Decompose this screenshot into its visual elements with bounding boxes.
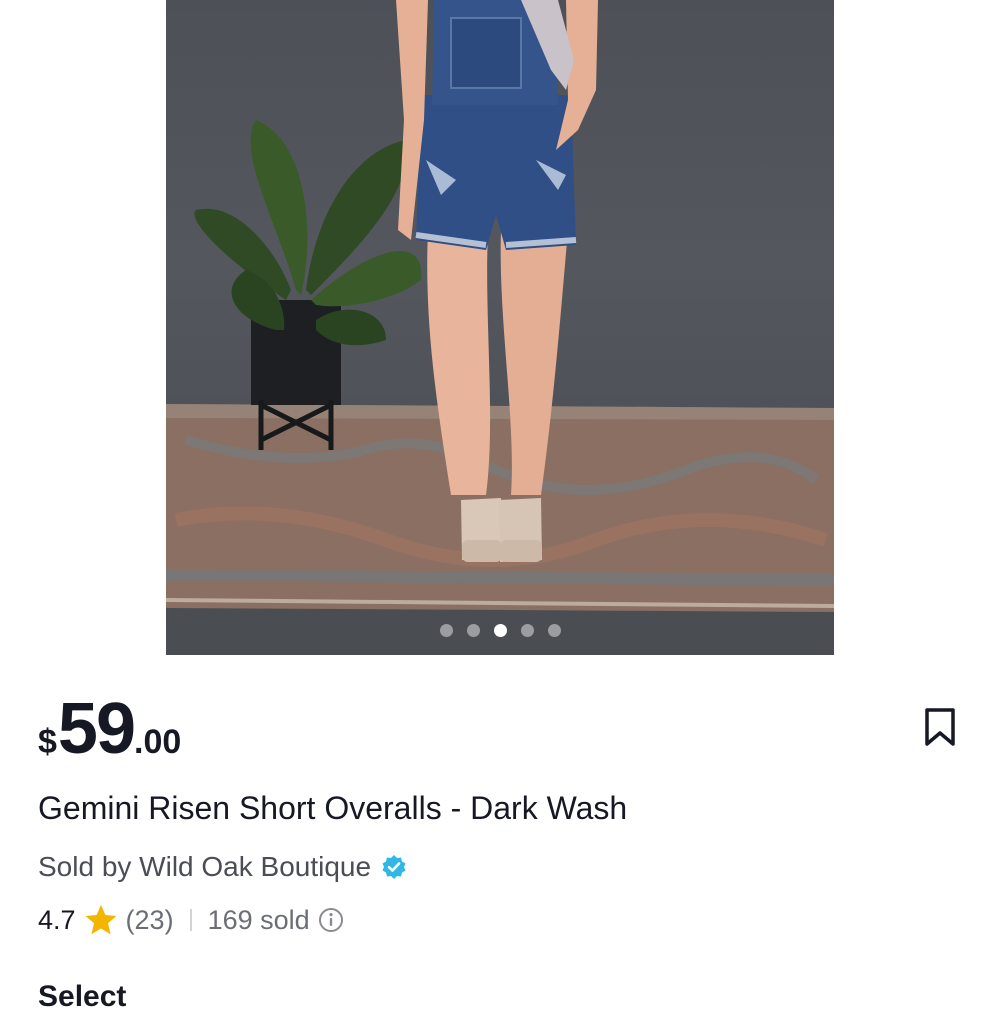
product-image-carousel[interactable] [166,0,834,655]
carousel-dot-active[interactable] [493,623,507,637]
star-icon [84,904,118,936]
verified-badge-icon [381,854,407,880]
price-integer: 59 [57,689,136,769]
carousel-pagination [166,623,834,637]
carousel-dot[interactable] [439,623,453,637]
seller-row[interactable]: Sold by Wild Oak Boutique [38,848,407,886]
bookmark-icon [925,708,955,746]
divider [189,909,192,931]
info-icon[interactable] [318,907,344,933]
rating-score: 4.7 [38,904,76,935]
product-price: $ 59 .00 [38,688,182,769]
carousel-dot[interactable] [547,623,561,637]
rating-row[interactable]: 4.7 (23) 169 sold [38,900,344,940]
price-currency: $ [38,723,57,761]
product-photo [166,0,834,655]
seller-label[interactable]: Sold by Wild Oak Boutique [38,851,371,883]
price-decimal: .00 [134,723,182,761]
review-count[interactable]: (23) [126,905,174,936]
bookmark-button[interactable] [920,705,960,749]
sold-count: 169 sold [207,904,310,935]
select-section-heading: Select [38,980,127,1013]
carousel-dot[interactable] [466,623,480,637]
product-title: Gemini Risen Short Overalls - Dark Wash [38,790,628,826]
carousel-dot[interactable] [520,623,534,637]
